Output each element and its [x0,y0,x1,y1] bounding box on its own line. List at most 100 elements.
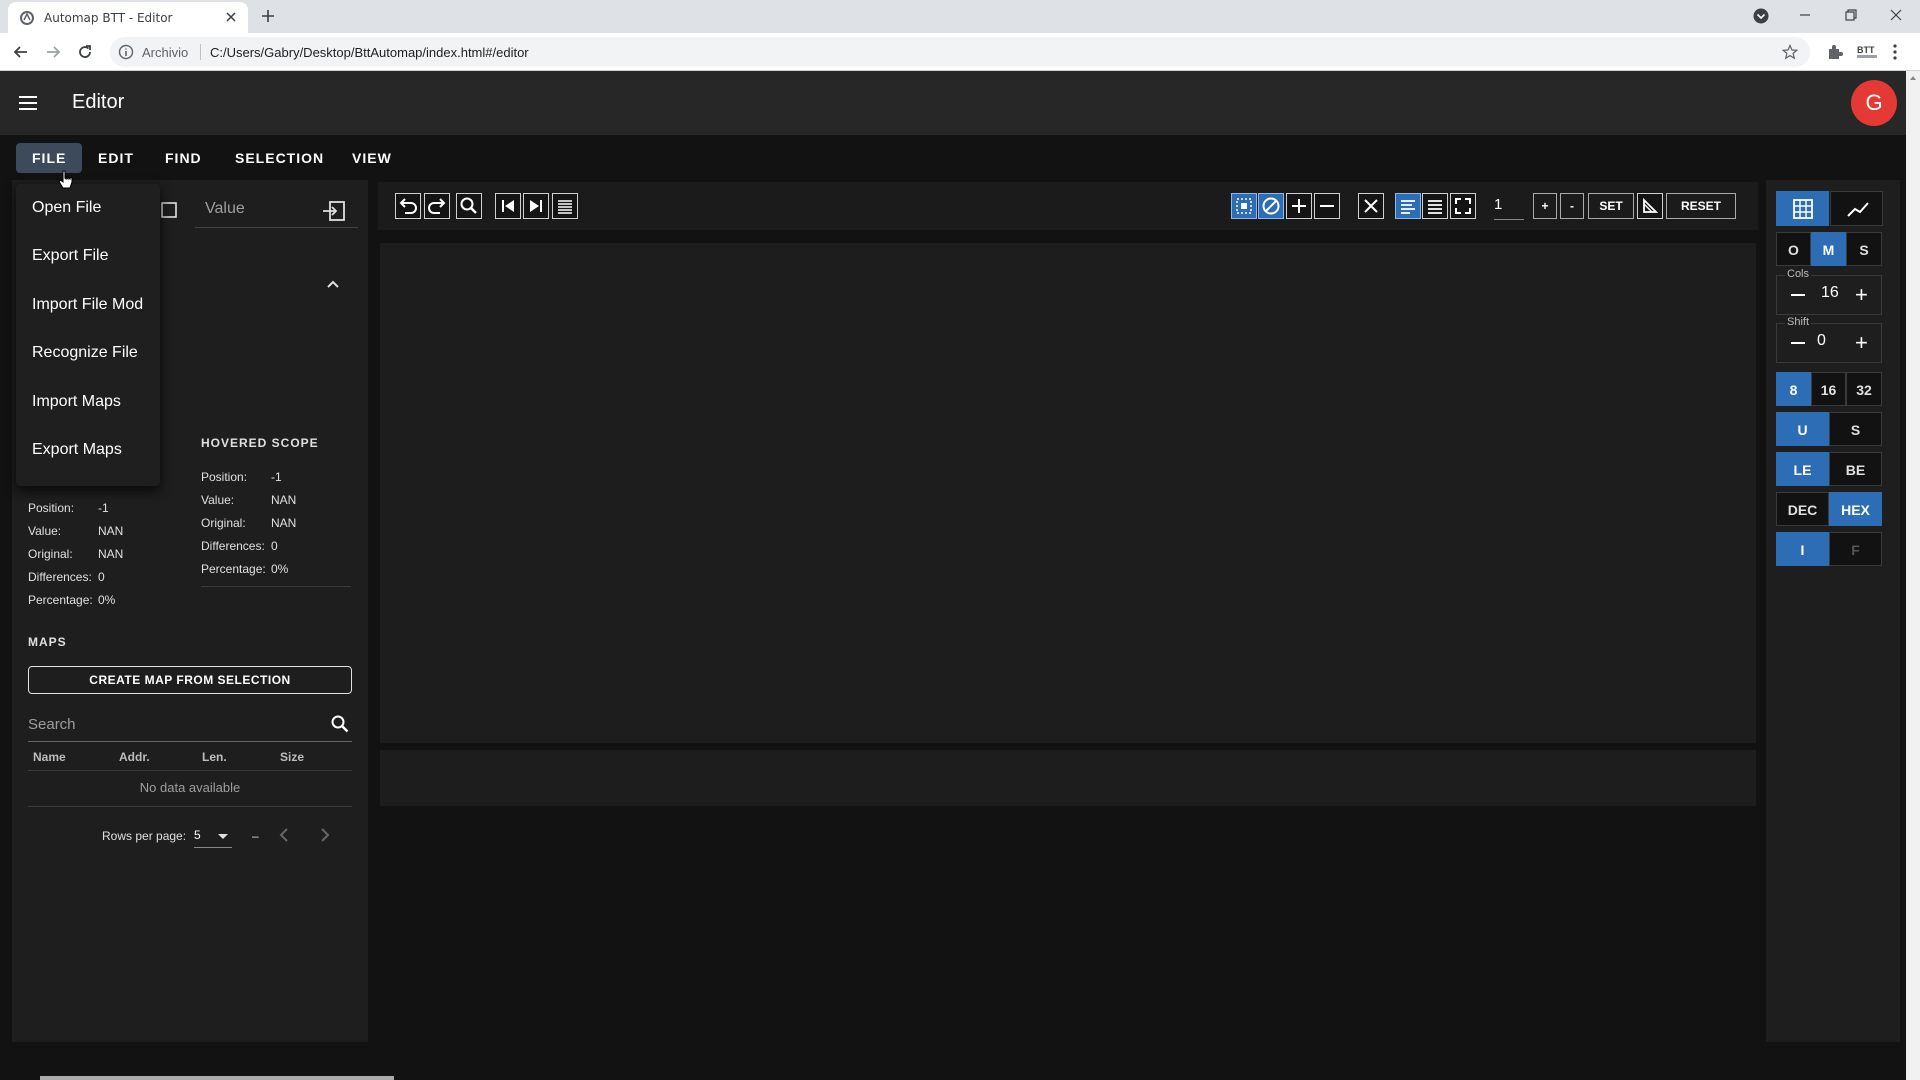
big-endian-button[interactable]: BE [1829,452,1882,486]
hex-editor-area[interactable] [380,243,1756,743]
block-icon[interactable] [1258,193,1284,219]
column-name[interactable]: Name [33,750,66,764]
page-title: Editor [72,91,125,113]
forward-icon[interactable] [44,43,62,61]
hex-button[interactable]: HEX [1829,492,1882,526]
value-input[interactable]: Value [195,192,358,228]
float-button[interactable]: F [1829,532,1882,566]
clear-icon[interactable] [1358,193,1384,219]
create-map-button[interactable]: CREATE MAP FROM SELECTION [28,666,352,694]
reset-button[interactable]: RESET [1666,193,1736,219]
shift-value[interactable]: 0 [1817,332,1826,350]
column-addr[interactable]: Addr. [119,750,150,764]
menu-item-import-file-mod[interactable]: Import File Mod [16,281,160,329]
prev-page-icon[interactable] [277,826,291,844]
menu-item-recognize-file[interactable]: Recognize File [16,329,160,377]
restore-window-icon[interactable] [1843,7,1859,23]
mouse-cursor-icon [58,170,74,192]
menu-selection[interactable]: SELECTION [219,143,340,173]
bits-8-button[interactable]: 8 [1776,372,1811,406]
chevron-up-icon[interactable] [325,276,341,292]
menu-item-open-file[interactable]: Open File [16,184,160,232]
search-icon[interactable] [330,714,350,734]
minus-icon[interactable] [1791,294,1805,296]
remove-icon[interactable] [1314,193,1340,219]
plus-icon[interactable]: + [1855,332,1868,354]
bits-16-button[interactable]: 16 [1811,372,1846,406]
menu-find[interactable]: FIND [149,143,218,173]
omnibox[interactable]: Archivio C:/Users/Gabry/Desktop/BttAutom… [110,37,1810,67]
redo-icon[interactable] [424,193,450,219]
add-icon[interactable] [1286,193,1312,219]
menu-item-export-maps[interactable]: Export Maps [16,426,160,474]
next-page-icon[interactable] [318,826,332,844]
apply-value-icon[interactable] [322,200,346,222]
btt-extension-icon[interactable]: BTT [1856,43,1878,61]
column-size[interactable]: Size [280,750,304,764]
extensions-puzzle-icon[interactable] [1826,43,1844,61]
little-endian-button[interactable]: LE [1776,452,1829,486]
selected-percentage-value: 0% [98,593,116,607]
minimize-window-icon[interactable] [1797,7,1813,23]
integer-button[interactable]: I [1776,532,1829,566]
table-header-divider [28,770,352,771]
undo-icon[interactable] [395,193,421,219]
close-window-icon[interactable] [1888,7,1904,23]
profile-dropdown-icon[interactable] [1752,7,1770,25]
minus-icon[interactable] [1791,342,1805,344]
cols-label: Cols [1785,268,1812,280]
cols-value[interactable]: 16 [1821,284,1839,302]
signed-button[interactable]: S [1829,412,1882,446]
align-left-icon[interactable] [1395,193,1421,219]
ramp-icon[interactable] [1637,193,1663,219]
back-icon[interactable] [12,43,30,61]
avatar[interactable]: G [1851,80,1897,126]
menu-file[interactable]: FILE [16,143,83,173]
new-tab-icon[interactable] [260,8,276,24]
list-view-icon[interactable] [552,193,578,219]
chart-view-icon[interactable] [1830,191,1883,226]
site-info-icon[interactable] [118,44,134,60]
value-input-placeholder: Value [205,200,245,217]
mode-m-button[interactable]: M [1811,232,1846,266]
decimal-button[interactable]: DEC [1776,492,1829,526]
fullscreen-icon[interactable] [1450,193,1476,219]
url-text[interactable]: C:/Users/Gabry/Desktop/BttAutomap/index.… [210,45,529,60]
align-justify-icon[interactable] [1422,193,1448,219]
menu-view[interactable]: VIEW [336,143,408,173]
increment-button[interactable]: + [1533,193,1557,219]
browser-tab[interactable]: Automap BTT - Editor [8,2,248,33]
menu-item-export-file[interactable]: Export File [16,232,160,280]
scroll-up-icon[interactable] [1906,71,1920,85]
menu-item-import-maps[interactable]: Import Maps [16,378,160,426]
hamburger-menu-icon[interactable] [16,91,40,115]
label: Position: [201,470,248,484]
reload-icon[interactable] [76,43,94,61]
maps-search-input[interactable]: Search [28,708,352,742]
page-vertical-scrollbar[interactable] [1906,71,1920,1080]
selected-differences-value: 0 [98,570,105,584]
step-value-input[interactable]: 1 [1494,196,1524,220]
grid-view-icon[interactable] [1776,191,1829,226]
unsigned-button[interactable]: U [1776,412,1829,446]
mode-s-button[interactable]: S [1846,232,1882,266]
horizontal-scrollbar[interactable] [40,1076,394,1080]
menu-edit[interactable]: EDIT [82,143,150,173]
mode-o-button[interactable]: O [1776,232,1811,266]
input-action-icon[interactable] [158,200,178,220]
hovered-position-row: Position: -1 [201,470,351,486]
bookmark-star-icon[interactable] [1782,44,1798,60]
jump-last-icon[interactable] [523,193,549,219]
bits-32-button[interactable]: 32 [1846,372,1882,406]
plus-icon[interactable]: + [1855,284,1868,306]
close-tab-icon[interactable] [224,10,238,24]
set-button[interactable]: SET [1588,193,1634,219]
jump-first-icon[interactable] [495,193,521,219]
decrement-button[interactable]: - [1560,193,1584,219]
search-icon[interactable] [456,193,482,219]
rows-per-page-select[interactable]: 5 [194,828,232,848]
selected-value-row: Value: NAN [28,524,178,540]
browser-menu-icon[interactable] [1892,43,1898,61]
select-area-icon[interactable] [1231,193,1257,219]
column-len[interactable]: Len. [202,750,227,764]
